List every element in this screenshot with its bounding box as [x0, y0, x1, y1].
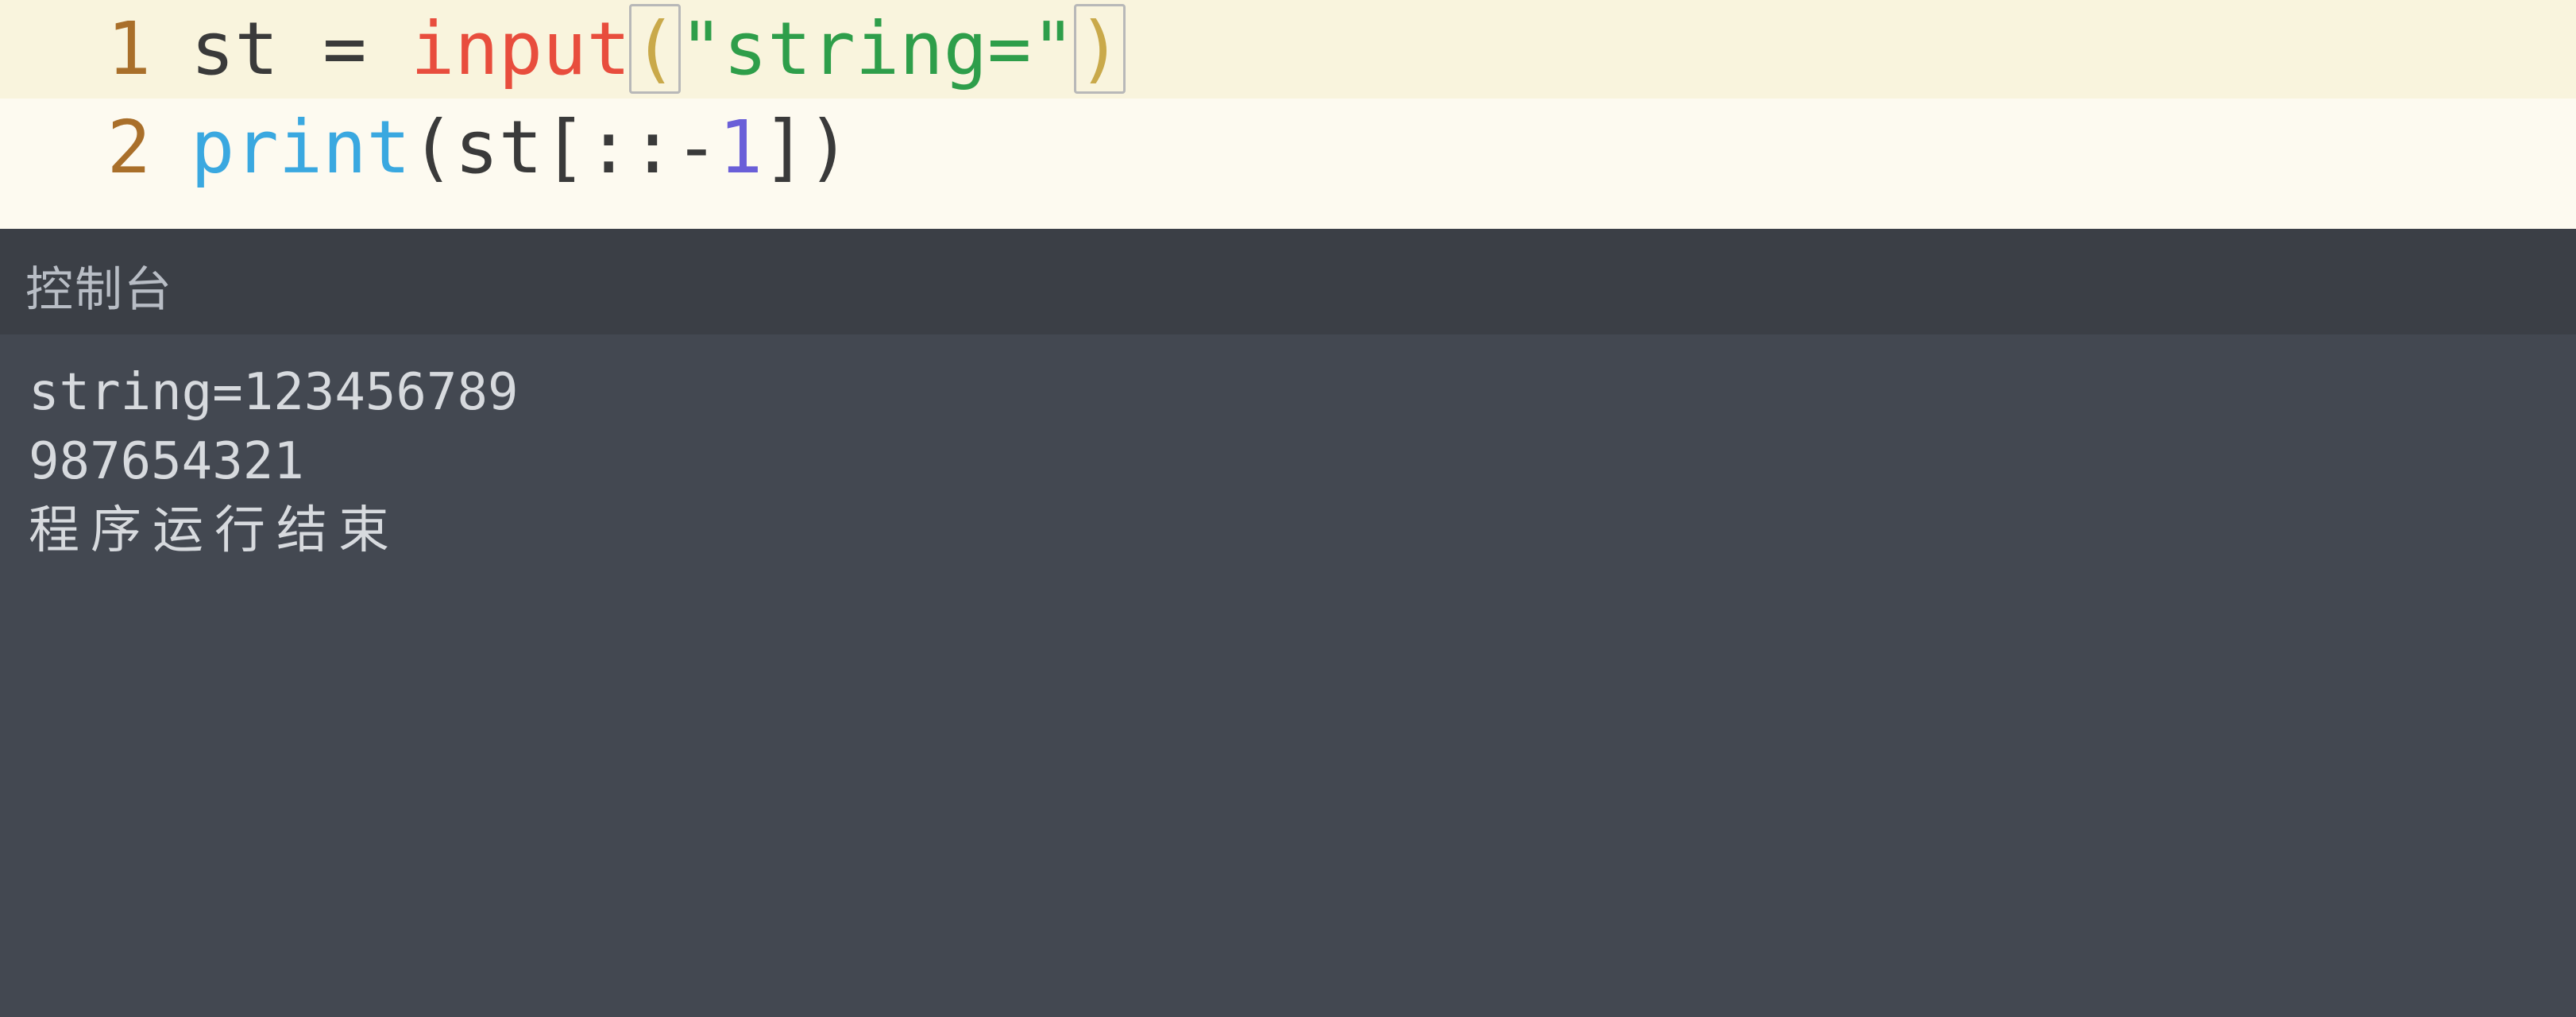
token: print [191, 105, 411, 190]
token: - [674, 105, 718, 190]
token: = [322, 6, 366, 91]
token [367, 6, 411, 91]
code-line[interactable]: 1st = input("string=") [0, 0, 2576, 99]
token: ( [629, 4, 681, 94]
code-content[interactable]: print(st[::-1]) [191, 99, 851, 197]
console-output: string=123456789987654321程序运行结束 [0, 334, 2576, 1017]
code-editor[interactable]: 1st = input("string=")2print(st[::-1]) [0, 0, 2576, 229]
token: "string=" [679, 6, 1076, 91]
token: ]) [763, 105, 851, 190]
token: st [191, 6, 322, 91]
console-line: 987654321 [29, 427, 2547, 496]
token: 1 [719, 105, 763, 190]
console-panel: 控制台 string=123456789987654321程序运行结束 [0, 229, 2576, 1017]
token: ) [1074, 4, 1126, 94]
code-content[interactable]: st = input("string=") [191, 0, 1124, 99]
token: (st[:: [411, 105, 674, 190]
console-title: 控制台 [0, 229, 2576, 334]
token: input [411, 6, 631, 91]
console-line: string=123456789 [29, 358, 2547, 427]
console-line: 程序运行结束 [29, 496, 2547, 564]
line-number: 1 [0, 0, 191, 99]
code-line[interactable]: 2print(st[::-1]) [0, 99, 2576, 197]
line-number: 2 [0, 99, 191, 197]
